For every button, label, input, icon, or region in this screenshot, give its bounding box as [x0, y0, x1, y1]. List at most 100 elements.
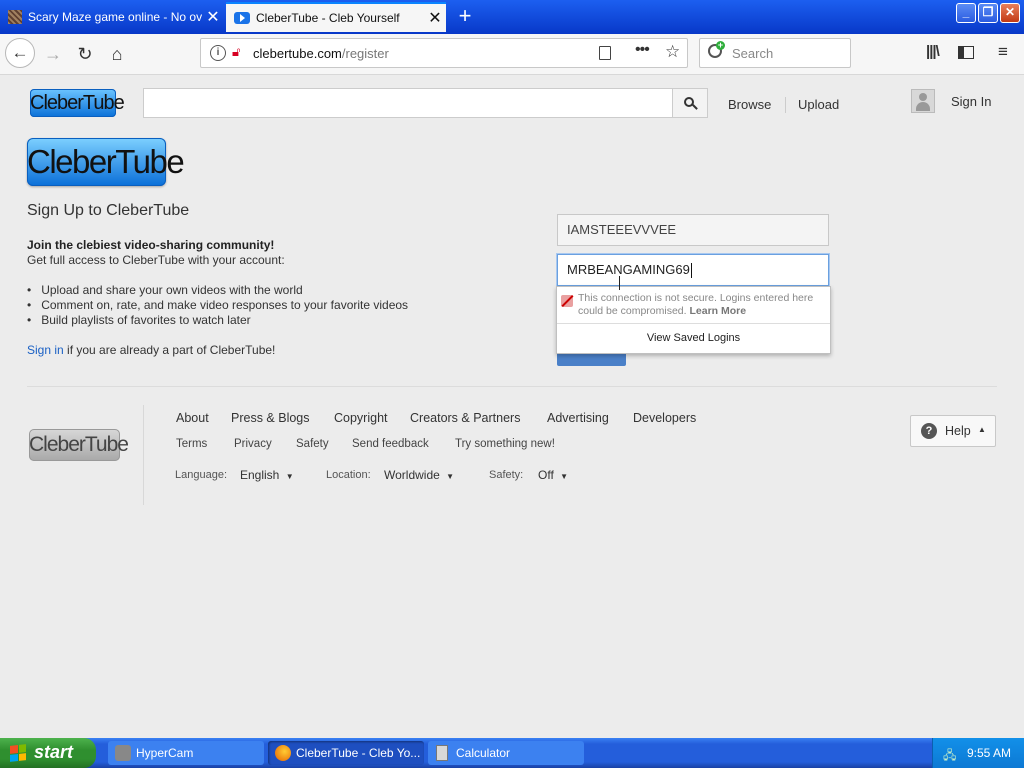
learn-more-link[interactable]: Learn More [689, 305, 746, 317]
firefox-icon [275, 745, 291, 761]
back-button[interactable]: ← [5, 38, 35, 68]
tab-title: CleberTube - Cleb Yourself [256, 11, 400, 25]
feature-list: • Upload and share your own videos with … [27, 283, 408, 328]
insecure-lock-icon[interactable]: 🔓︎ [232, 45, 246, 59]
insecure-login-warning-popup: This connection is not secure. Logins en… [556, 286, 831, 354]
tab-clebertube[interactable]: CleberTube - Cleb Yourself ✕ [226, 2, 446, 32]
help-button[interactable]: ? Help ▲ [910, 415, 996, 447]
page-content: CleberTube Browse Upload Sign In CleberT… [0, 75, 1024, 738]
maximize-window-button[interactable]: ❐ [978, 3, 998, 23]
library-icon[interactable]: |||\ [926, 43, 940, 60]
search-icon-handle [692, 104, 698, 110]
page-actions-icon[interactable]: ••• [635, 41, 650, 59]
sign-in-link[interactable]: Sign In [951, 94, 991, 109]
url-path: /register [341, 46, 389, 61]
language-label: Language: [175, 469, 227, 481]
browse-link[interactable]: Browse [728, 97, 771, 112]
safety-label: Safety: [489, 469, 524, 481]
tab-title: Scary Maze game online - No over [28, 10, 202, 24]
calculator-icon [436, 745, 448, 761]
close-tab-icon[interactable]: ✕ [202, 7, 224, 27]
list-item: • Build playlists of favorites to watch … [27, 313, 251, 327]
footer-link-copyright[interactable]: Copyright [334, 411, 388, 425]
signin-prompt: Sign in if you are already a part of Cle… [27, 343, 276, 357]
taskbar-item-calculator[interactable]: Calculator [428, 741, 584, 765]
hypercam-icon [115, 745, 131, 761]
close-tab-icon[interactable]: ✕ [424, 8, 446, 28]
join-headline: Join the clebiest video-sharing communit… [27, 238, 275, 252]
taskbar-item-hypercam[interactable]: HyperCam [108, 741, 264, 765]
system-tray: 🖧︎ 9:55 AM [932, 738, 1024, 768]
url-text: clebertube.com/register [253, 46, 389, 61]
language-selector[interactable]: English ▼ [240, 468, 294, 482]
footer-link-safety[interactable]: Safety [296, 438, 329, 450]
site-search-button[interactable] [672, 88, 708, 118]
reader-view-icon[interactable] [599, 46, 611, 60]
question-icon: ? [921, 423, 937, 439]
browser-search-bar[interactable]: + Search [699, 38, 851, 68]
clebertube-favicon-icon [234, 12, 250, 24]
new-tab-icon[interactable]: + [452, 4, 478, 28]
footer-divider [27, 386, 997, 387]
location-label: Location: [326, 469, 371, 481]
forward-arrow-icon[interactable]: → [41, 42, 65, 66]
upload-link[interactable]: Upload [798, 97, 839, 112]
scary-maze-favicon-icon [8, 10, 22, 24]
reload-icon[interactable]: ↻ [73, 42, 97, 66]
footer-vertical-divider [143, 405, 144, 505]
hamburger-menu-icon[interactable]: ≡ [998, 42, 1008, 62]
insecure-warning-text: This connection is not secure. Logins en… [578, 292, 814, 317]
ibeam-cursor-icon [619, 276, 620, 290]
footer-link-send-feedback[interactable]: Send feedback [352, 438, 429, 450]
dropdown-caret-icon: ▼ [446, 472, 455, 481]
dropdown-caret-icon: ▼ [560, 472, 569, 481]
footer-link-press[interactable]: Press & Blogs [231, 411, 310, 425]
user-avatar-icon[interactable] [911, 89, 935, 113]
navigation-toolbar: ← → ↻ ⌂ i 🔓︎ clebertube.com/register •••… [0, 34, 1024, 75]
footer-link-developers[interactable]: Developers [633, 411, 696, 425]
clock: 9:55 AM [967, 746, 1012, 760]
signup-heading: Sign Up to CleberTube [27, 202, 190, 219]
help-label: Help [945, 424, 971, 438]
browser-search-placeholder: Search [732, 46, 774, 61]
insecure-lock-icon [561, 294, 574, 308]
sidebar-icon[interactable] [958, 46, 974, 59]
footer-link-creators[interactable]: Creators & Partners [410, 411, 520, 425]
password-field[interactable]: MRBEANGAMING69 [557, 254, 829, 286]
start-button[interactable]: start [0, 738, 96, 768]
site-logo-small[interactable]: CleberTube [30, 89, 125, 117]
site-search-input[interactable] [143, 88, 673, 118]
footer-logo[interactable]: CleberTube [29, 429, 129, 461]
url-bar[interactable]: i 🔓︎ clebertube.com/register ••• ☆ [200, 38, 688, 68]
taskbar-item-clebertube[interactable]: CleberTube - Cleb Yo... [268, 741, 424, 765]
start-label: start [34, 742, 74, 762]
footer-link-about[interactable]: About [176, 411, 209, 425]
site-logo-large: CleberTube [27, 138, 185, 186]
location-selector[interactable]: Worldwide ▼ [384, 468, 454, 482]
info-icon[interactable]: i [210, 45, 226, 61]
footer-link-privacy[interactable]: Privacy [234, 438, 272, 450]
view-saved-logins-button[interactable]: View Saved Logins [557, 324, 830, 352]
minimize-window-button[interactable]: _ [956, 3, 976, 23]
home-icon[interactable]: ⌂ [105, 42, 129, 66]
tab-scary-maze[interactable]: Scary Maze game online - No over ✕ [0, 2, 224, 32]
network-icon[interactable]: 🖧︎ [943, 746, 959, 762]
list-item: • Upload and share your own videos with … [27, 283, 303, 297]
dropdown-caret-icon: ▼ [285, 472, 294, 481]
list-item: • Comment on, rate, and make video respo… [27, 298, 409, 312]
signup-subtext: Get full access to CleberTube with your … [27, 253, 285, 267]
close-window-button[interactable]: ✕ [1000, 3, 1020, 23]
nav-divider [785, 97, 786, 113]
signin-inline-link[interactable]: Sign in [27, 343, 64, 357]
footer-link-try-new[interactable]: Try something new! [455, 438, 555, 450]
bookmark-star-icon[interactable]: ☆ [665, 42, 680, 62]
username-field[interactable]: IAMSTEEEVVVEE [557, 214, 829, 246]
footer-link-advertising[interactable]: Advertising [547, 411, 609, 425]
back-arrow-icon: ← [11, 43, 29, 62]
password-field-value: MRBEANGAMING69 [567, 262, 690, 277]
text-cursor [690, 263, 692, 279]
caret-up-icon: ▲ [978, 425, 986, 434]
safety-selector[interactable]: Off ▼ [538, 468, 568, 482]
footer-link-terms[interactable]: Terms [176, 438, 207, 450]
url-domain: clebertube.com [253, 46, 342, 61]
